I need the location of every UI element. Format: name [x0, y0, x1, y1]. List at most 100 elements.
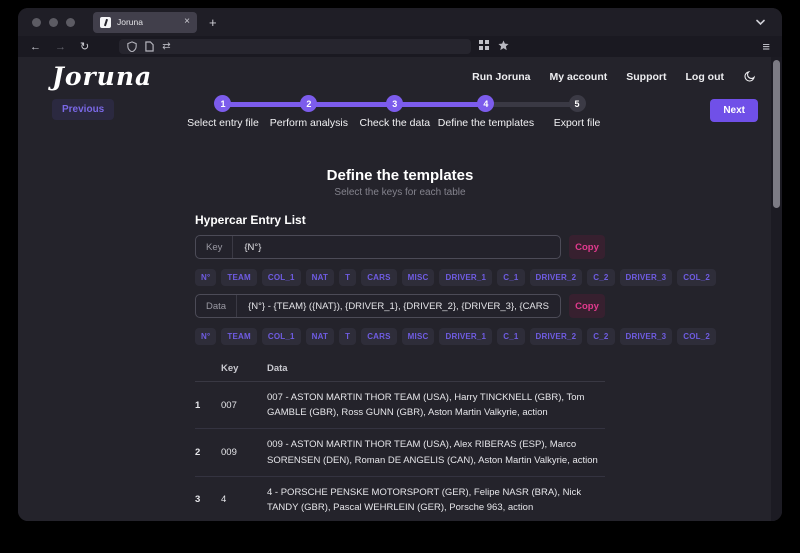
nav-my-account[interactable]: My account: [550, 71, 608, 83]
column-chip[interactable]: MISC: [401, 328, 435, 345]
column-chip[interactable]: DRIVER_3: [619, 269, 673, 286]
column-chip[interactable]: DRIVER_2: [529, 328, 583, 345]
back-button[interactable]: ←: [30, 41, 41, 53]
column-chip[interactable]: NAT: [305, 269, 335, 286]
column-chip[interactable]: DRIVER_3: [619, 328, 673, 345]
page-title: Define the templates: [326, 167, 474, 184]
column-chip[interactable]: DRIVER_1: [439, 328, 493, 345]
column-chip[interactable]: DRIVER_1: [439, 269, 493, 286]
wizard-step[interactable]: 5 Export file: [491, 95, 620, 129]
column-chip[interactable]: TEAM: [221, 328, 257, 345]
column-chip[interactable]: COL_1: [261, 328, 301, 345]
tab-close-icon[interactable]: ×: [184, 17, 190, 27]
row-data: 007 - ASTON MARTIN THOR TEAM (USA), Harr…: [267, 381, 605, 430]
step-circle[interactable]: 3: [386, 95, 404, 112]
tab-list-chevron-icon[interactable]: [755, 18, 766, 26]
new-tab-button[interactable]: +: [209, 15, 217, 30]
column-chip[interactable]: COL_1: [261, 269, 301, 286]
joruna-favicon: [100, 16, 111, 28]
wizard-step[interactable]: 3 Check the data: [308, 95, 438, 129]
column-chip[interactable]: DRIVER_2: [529, 269, 583, 286]
data-input-row: Data Copy: [195, 294, 605, 318]
column-chip[interactable]: N°: [195, 269, 217, 286]
browser-window: Joruna × + ← → ↻ ⇄ ≡ Joruna Run Joruna M…: [18, 8, 782, 521]
page-subtitle: Select the keys for each table: [334, 187, 466, 198]
nav-support[interactable]: Support: [626, 71, 666, 83]
column-chip[interactable]: MISC: [401, 269, 435, 286]
wizard-step[interactable]: 4 Define the templates: [389, 95, 535, 129]
step-label: Perform analysis: [269, 117, 348, 129]
menu-button[interactable]: ≡: [762, 39, 770, 54]
column-chip[interactable]: TEAM: [221, 269, 257, 286]
column-chip[interactable]: C_1: [497, 269, 525, 286]
row-number: 2: [195, 428, 221, 477]
column-chip[interactable]: N°: [195, 328, 217, 345]
column-chip[interactable]: COL_2: [677, 269, 717, 286]
main-content: Define the templates Select the keys for…: [195, 167, 717, 521]
wizard-step[interactable]: 2 Perform analysis: [223, 95, 352, 129]
wizard-stepper: 1 Select entry file 2 Perform analysis 3 Chec…: [180, 95, 620, 129]
key-field: Key: [195, 235, 561, 259]
window-controls: [32, 17, 75, 27]
browser-tab-bar: Joruna × +: [18, 8, 782, 36]
column-chip-row: N° TEAM COL_1 NAT T CARS MISC DRIVER_1 C_1 DRIVER…: [195, 328, 717, 345]
tab-title: Joruna: [117, 17, 143, 27]
row-key: 009: [221, 428, 267, 477]
section-title: Hypercar Entry List: [195, 213, 306, 227]
key-field-label: Key: [196, 236, 234, 258]
nav-run-joruna[interactable]: Run Joruna: [472, 71, 530, 83]
browser-tab[interactable]: Joruna ×: [93, 11, 197, 33]
step-circle[interactable]: 1: [214, 95, 232, 112]
column-chip[interactable]: NAT: [305, 328, 335, 345]
forward-button[interactable]: →: [55, 41, 66, 53]
shield-icon[interactable]: [127, 41, 137, 52]
table-header-row: Key Data: [195, 359, 605, 382]
apps-grid-icon[interactable]: [479, 40, 490, 53]
app-header: Joruna Run Joruna My account Support Log…: [18, 57, 782, 91]
copy-key-button[interactable]: Copy: [569, 235, 605, 259]
column-chip[interactable]: T: [339, 328, 357, 345]
browser-toolbar: ← → ↻ ⇄ ≡: [18, 36, 782, 57]
step-label: Define the templates: [437, 117, 535, 129]
extensions-icon[interactable]: [498, 39, 509, 54]
address-bar[interactable]: ⇄: [119, 39, 472, 54]
entries-table: Key Data 1 007 007 - ASTON MARTIN THOR TEA…: [195, 359, 605, 521]
wizard-step[interactable]: 1 Select entry file: [180, 95, 266, 129]
next-button[interactable]: Next: [710, 99, 758, 122]
joruna-logo: Joruna: [52, 62, 153, 91]
column-chip[interactable]: CARS: [361, 269, 397, 286]
table-row: 2 009 009 - ASTON MARTIN THOR TEAM (USA), …: [195, 428, 605, 477]
table-row: 1 007 007 - ASTON MARTIN THOR TEAM (USA), …: [195, 381, 605, 430]
page-info-icon[interactable]: [145, 41, 154, 52]
window-minimize-button[interactable]: [49, 17, 58, 27]
column-chip[interactable]: C_2: [587, 269, 615, 286]
column-chip[interactable]: COL_2: [677, 328, 717, 345]
column-chip-row: N° TEAM COL_1 NAT T CARS MISC DRIVER_1 C_1 DRIVER…: [195, 269, 717, 286]
data-input[interactable]: [237, 300, 560, 312]
step-circle[interactable]: 5: [568, 95, 586, 112]
column-chip[interactable]: C_2: [587, 328, 615, 345]
row-data: 4 - PORSCHE PENSKE MOTORSPORT (GER), Fel…: [267, 476, 605, 521]
column-chip[interactable]: C_1: [497, 328, 525, 345]
step-circle[interactable]: 2: [300, 95, 318, 112]
reload-button[interactable]: ↻: [80, 40, 89, 53]
main-nav: Run Joruna My account Support Log out: [472, 70, 756, 83]
column-chip[interactable]: CARS: [361, 328, 397, 345]
nav-log-out[interactable]: Log out: [686, 71, 724, 83]
row-key: 4: [221, 476, 267, 521]
row-number: 3: [195, 476, 221, 521]
moon-icon[interactable]: [743, 70, 756, 83]
header-number: [195, 359, 221, 382]
window-close-button[interactable]: [32, 17, 41, 27]
swap-arrows-icon[interactable]: ⇄: [162, 41, 170, 52]
copy-data-button[interactable]: Copy: [569, 294, 605, 318]
wizard-row: Previous 1 Select entry file 2 Perform anal…: [18, 95, 782, 155]
key-input[interactable]: [233, 241, 560, 253]
data-field: Data: [195, 294, 561, 318]
step-circle[interactable]: 4: [477, 95, 495, 112]
column-chip[interactable]: T: [339, 269, 357, 286]
step-label: Check the data: [359, 117, 431, 129]
window-zoom-button[interactable]: [66, 17, 75, 27]
previous-button[interactable]: Previous: [52, 99, 115, 120]
table-row: 344 - PORSCHE PENSKE MOTORSPORT (GER), F…: [195, 476, 605, 521]
